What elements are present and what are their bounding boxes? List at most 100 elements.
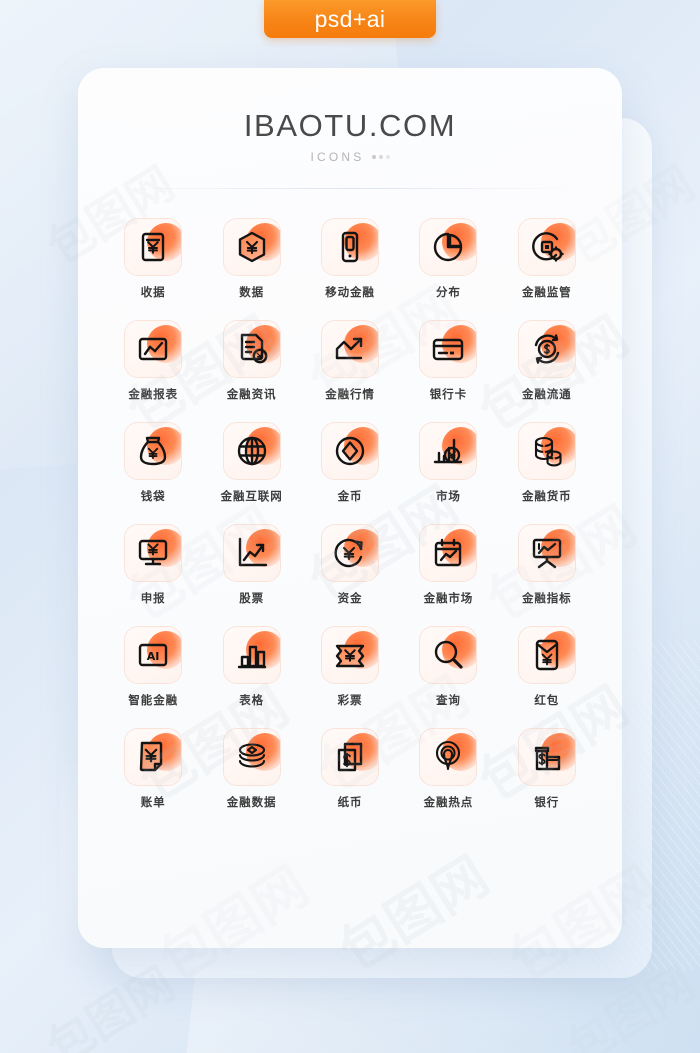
icon-tile[interactable]: [420, 321, 477, 377]
icon-label: 金融互联网: [220, 489, 283, 503]
icon-cell[interactable]: 市场: [399, 423, 497, 504]
icon-cell[interactable]: 资金: [301, 525, 399, 606]
icon-cell[interactable]: 钱袋: [104, 423, 202, 504]
hotspot-pin-icon: [436, 740, 461, 771]
icon-cell[interactable]: 查询: [399, 627, 497, 708]
icon-tile[interactable]: [125, 729, 182, 785]
report-chart-icon: [138, 337, 168, 361]
icon-tile[interactable]: [420, 423, 477, 479]
news-document-yen-icon: [240, 333, 267, 364]
icon-tile[interactable]: AI: [125, 627, 182, 683]
format-badge: psd+ai: [264, 0, 436, 38]
icon-tile[interactable]: [518, 525, 575, 581]
icon-tile[interactable]: [518, 423, 575, 479]
icon-cell[interactable]: AI 智能金融: [104, 627, 202, 708]
icon-cell[interactable]: 金融数据: [202, 729, 300, 810]
icon-label: 金融资讯: [226, 387, 277, 401]
ai-chip-icon: AI: [138, 643, 168, 667]
icon-label: 金融指标: [521, 591, 572, 605]
icon-tile[interactable]: [223, 525, 280, 581]
icon-tile[interactable]: [420, 525, 477, 581]
banknote-icon: [337, 742, 363, 772]
icon-tile[interactable]: [223, 627, 280, 683]
icon-cell[interactable]: 银行卡: [399, 321, 497, 402]
icon-cell[interactable]: 红包: [498, 627, 596, 708]
icon-cell[interactable]: 纸币: [301, 729, 399, 810]
icon-label: 金融数据: [226, 795, 277, 809]
icon-tile[interactable]: [321, 627, 378, 683]
icon-tile[interactable]: [125, 219, 182, 275]
icon-tile[interactable]: [420, 729, 477, 785]
icon-cell[interactable]: 分布: [399, 219, 497, 300]
icon-cell[interactable]: 金融市场: [399, 525, 497, 606]
icon-cell[interactable]: 申报: [104, 525, 202, 606]
icon-label: 金融流通: [521, 387, 572, 401]
header-divider: [116, 188, 584, 189]
svg-text:AI: AI: [147, 650, 160, 663]
icon-label: 金融货币: [521, 489, 572, 503]
data-disc-icon: [238, 743, 265, 768]
icon-cell[interactable]: 数据: [202, 219, 300, 300]
hexagon-yen-icon: [238, 231, 265, 263]
market-bar-yen-icon: [434, 438, 463, 464]
icon-label: 金融热点: [423, 795, 474, 809]
icon-tile[interactable]: [321, 423, 378, 479]
icon-tile[interactable]: [420, 219, 477, 275]
icon-cell[interactable]: 金融指标: [498, 525, 596, 606]
icon-label: 金币: [337, 489, 363, 503]
red-envelope-icon: [535, 639, 558, 671]
coin-stack-icon: [534, 436, 562, 467]
icon-cell[interactable]: 股票: [202, 525, 300, 606]
mobile-phone-icon: [341, 231, 359, 263]
trend-arrow-icon: [335, 337, 363, 360]
icon-tile[interactable]: [321, 729, 378, 785]
supervision-gear-icon: [531, 232, 564, 262]
icon-tile[interactable]: [223, 729, 280, 785]
stock-line-icon: [238, 537, 267, 567]
icon-tile[interactable]: [321, 321, 378, 377]
icon-label: 彩票: [337, 693, 363, 707]
card-header: IBAOTU.COM ICONS: [78, 68, 622, 164]
icon-cell[interactable]: 金融互联网: [202, 423, 300, 504]
icon-grid: 收据 数据 移动金融 分布 金融监管 金融报表 金融资讯 金融行情 银行卡 金融…: [78, 219, 622, 810]
icon-cell[interactable]: 账单: [104, 729, 202, 810]
icon-tile[interactable]: [518, 729, 575, 785]
dots-icon: [371, 155, 390, 159]
icon-cell[interactable]: 金融流通: [498, 321, 596, 402]
icon-tile[interactable]: [125, 423, 182, 479]
icon-label: 数据: [239, 285, 264, 299]
icon-tile[interactable]: [223, 219, 280, 275]
icon-cell[interactable]: 金融资讯: [202, 321, 300, 402]
icon-label: 表格: [239, 693, 264, 707]
icon-cell[interactable]: 金融监管: [498, 219, 596, 300]
icon-cell[interactable]: 金融报表: [104, 321, 202, 402]
icon-cell[interactable]: 彩票: [301, 627, 399, 708]
icon-tile[interactable]: [420, 627, 477, 683]
icon-cell[interactable]: 银行: [498, 729, 596, 810]
icon-tile[interactable]: [518, 627, 575, 683]
icon-tile[interactable]: [125, 321, 182, 377]
icon-label: 查询: [435, 693, 461, 707]
receipt-yen-icon: [141, 232, 165, 262]
icon-tile[interactable]: [125, 525, 182, 581]
icon-cell[interactable]: 金融行情: [301, 321, 399, 402]
icon-label: 收据: [140, 285, 166, 299]
icon-cell[interactable]: 收据: [104, 219, 202, 300]
bank-card-icon: [433, 338, 464, 361]
icon-cell[interactable]: 金融热点: [399, 729, 497, 810]
icon-tile[interactable]: [518, 321, 575, 377]
icon-cell[interactable]: 移动金融: [301, 219, 399, 300]
icon-cell[interactable]: 金币: [301, 423, 399, 504]
icon-tile[interactable]: [223, 321, 280, 377]
icon-cell[interactable]: 金融货币: [498, 423, 596, 504]
monitor-yen-icon: [138, 539, 168, 566]
icon-tile[interactable]: [518, 219, 575, 275]
icon-label: 钱袋: [140, 489, 166, 503]
icon-label: 分布: [435, 285, 461, 299]
icon-tile[interactable]: [321, 219, 378, 275]
icon-tile[interactable]: [321, 525, 378, 581]
icon-cell[interactable]: 表格: [202, 627, 300, 708]
icon-tile[interactable]: [223, 423, 280, 479]
easel-chart-icon: [532, 538, 561, 569]
subtitle-text: ICONS: [310, 150, 365, 164]
